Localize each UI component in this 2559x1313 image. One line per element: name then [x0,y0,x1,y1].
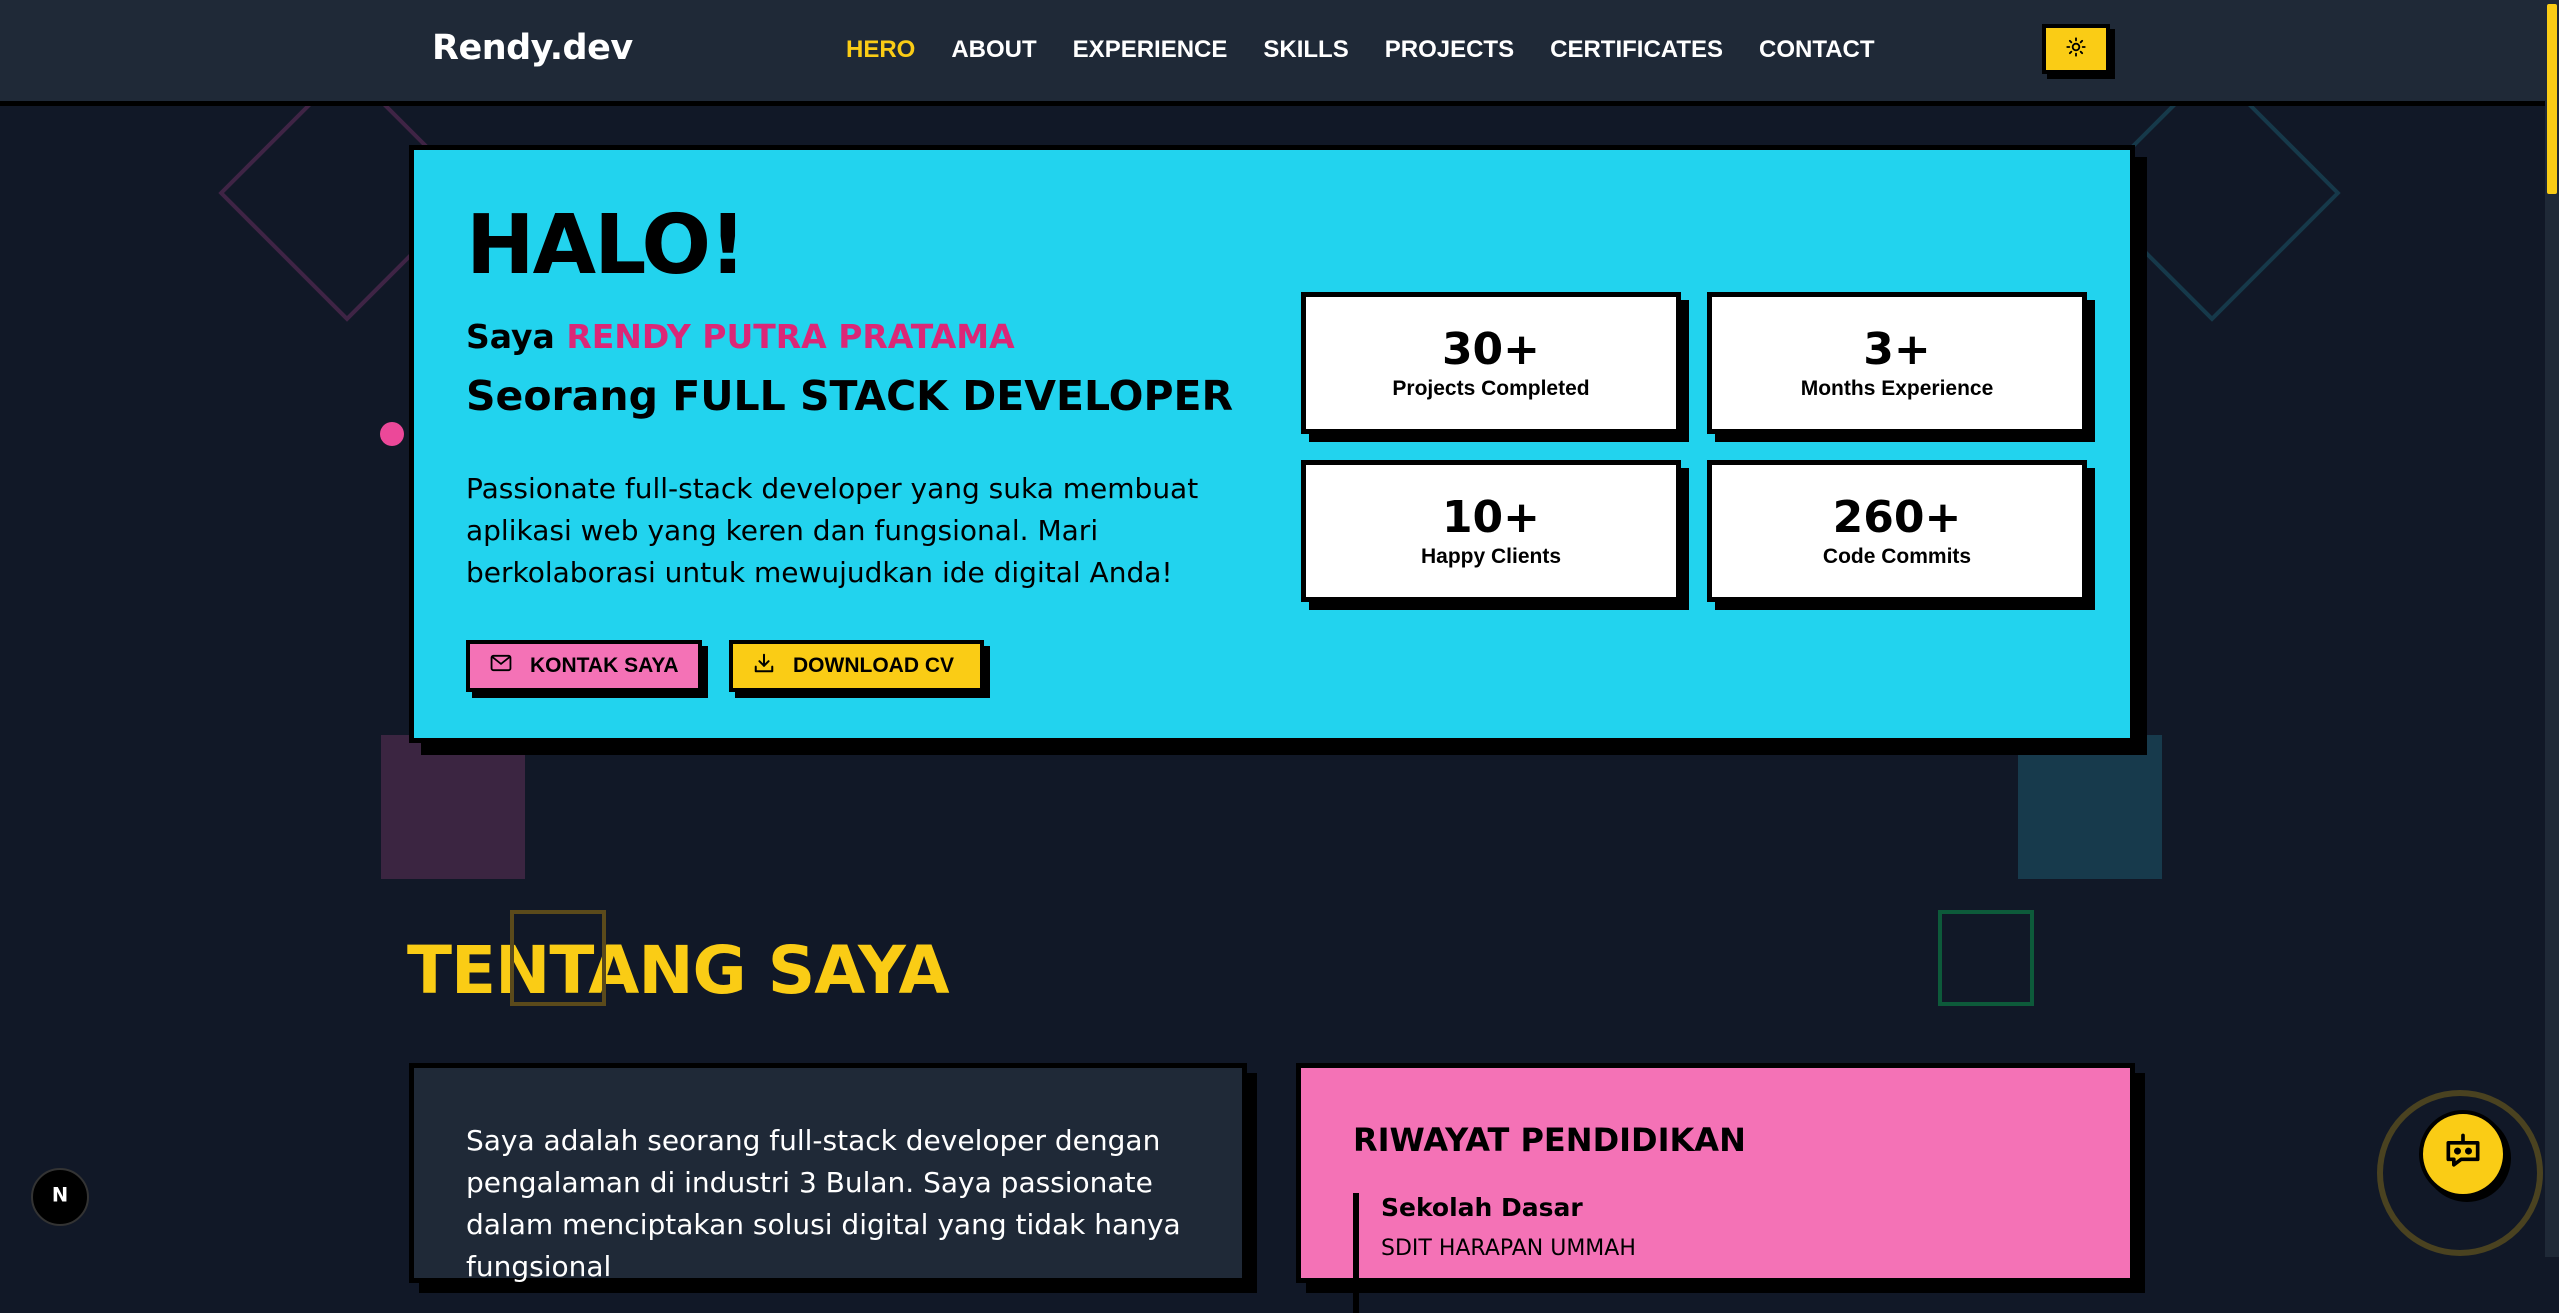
stat-label: Happy Clients [1420,545,1562,568]
hero-intro-prefix: Saya [466,317,555,356]
stat-card: 3+ Months Experience [1707,292,2087,434]
education-level: Sekolah Dasar [1381,1193,1583,1222]
stat-card: 10+ Happy Clients [1301,460,1681,602]
nextjs-dev-badge[interactable]: N [31,1168,89,1226]
site-logo[interactable]: Rendy.dev [432,28,633,68]
hero-intro: Saya RENDY PUTRA PRATAMA [466,317,1015,356]
svg-text:N: N [52,1184,68,1207]
stat-value: 10+ [1441,492,1541,543]
about-card: Saya adalah seorang full-stack developer… [409,1063,1247,1283]
hero-card: HALO! Saya RENDY PUTRA PRATAMA Seorang F… [409,145,2135,743]
download-cv-button-label: DOWNLOAD CV [793,654,954,677]
education-school: SDIT HARAPAN UMMAH [1381,1236,1636,1261]
nav-link-about[interactable]: ABOUT [951,36,1036,64]
about-text: Saya adalah seorang full-stack developer… [466,1124,1181,1283]
sun-icon [2066,37,2086,61]
hero-name: RENDY PUTRA PRATAMA [566,317,1015,356]
stat-card: 30+ Projects Completed [1301,292,1681,434]
nav-link-projects[interactable]: PROJECTS [1385,36,1514,64]
hero-description: Passionate full-stack developer yang suk… [466,472,1199,589]
stat-label: Projects Completed [1392,377,1590,400]
mail-icon [490,654,512,678]
chatbot-icon [2441,1130,2485,1178]
navbar: Rendy.dev HERO ABOUT EXPERIENCE SKILLS P… [0,0,2545,106]
contact-button[interactable]: KONTAK SAYA [466,640,702,692]
decorative-outline-square [510,910,606,1006]
stat-value: 3+ [1863,324,1931,375]
stat-label: Months Experience [1800,377,1994,400]
download-cv-button[interactable]: DOWNLOAD CV [729,640,984,692]
education-title: RIWAYAT PENDIDIKAN [1353,1121,1746,1159]
decorative-outline-square [1938,910,2034,1006]
decorative-square [381,735,525,879]
stat-value: 260+ [1832,492,1962,543]
stat-card: 260+ Code Commits [1707,460,2087,602]
scrollbar-thumb[interactable] [2547,4,2557,194]
chatbot-button[interactable] [2419,1110,2507,1198]
nav-link-certificates[interactable]: CERTIFICATES [1550,36,1723,64]
nextjs-icon: N [47,1182,73,1212]
decorative-dot [380,422,404,446]
page-scrollbar[interactable] [2545,0,2559,1257]
contact-button-label: KONTAK SAYA [530,654,679,677]
hero-role: Seorang FULL STACK DEVELOPER [466,372,1234,420]
download-icon [753,652,775,680]
nav-link-experience[interactable]: EXPERIENCE [1073,36,1228,64]
hero-title: HALO! [466,198,747,293]
nav-menu: HERO ABOUT EXPERIENCE SKILLS PROJECTS CE… [846,36,1875,64]
nav-link-contact[interactable]: CONTACT [1759,36,1875,64]
theme-toggle-button[interactable] [2042,24,2110,74]
about-section-title: TENTANG SAYA [407,932,950,1009]
decorative-square [2018,735,2162,879]
education-item: Sekolah Dasar SDIT HARAPAN UMMAH [1353,1193,1636,1313]
nav-link-hero[interactable]: HERO [846,36,915,64]
stat-value: 30+ [1441,324,1541,375]
nav-link-skills[interactable]: SKILLS [1263,36,1348,64]
education-card: RIWAYAT PENDIDIKAN Sekolah Dasar SDIT HA… [1296,1063,2135,1313]
stat-label: Code Commits [1822,545,1972,568]
